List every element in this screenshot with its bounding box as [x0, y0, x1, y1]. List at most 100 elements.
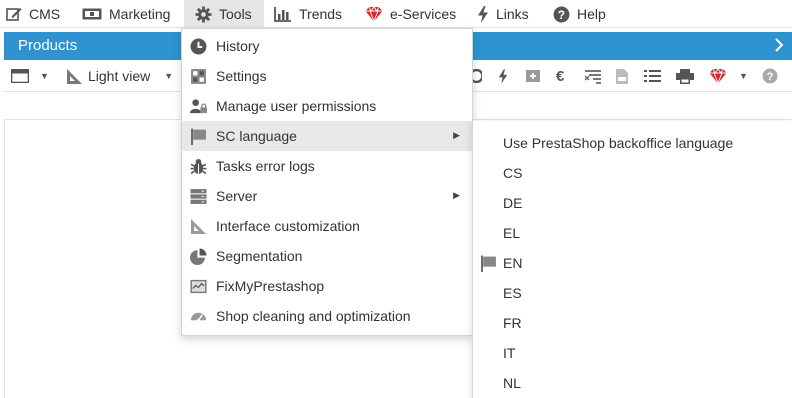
view-select-button[interactable]: Light view ▼: [66, 66, 173, 86]
tools-item-manage-user-permissions[interactable]: Manage user permissions: [182, 91, 472, 121]
language-option-label: ES: [503, 285, 522, 301]
chevron-right-icon[interactable]: [774, 38, 784, 52]
tools-item-label: Server: [216, 188, 258, 204]
top-menu-bar: CMS Marketing Tools Trends e-Services Li…: [0, 0, 792, 28]
menu-trends[interactable]: Trends: [274, 0, 342, 28]
language-option-es[interactable]: ES: [473, 278, 791, 308]
export-list-icon: [584, 70, 601, 84]
tools-item-label: SC language: [216, 128, 297, 144]
quick-action-button[interactable]: [498, 66, 508, 86]
pie-chart-icon: [190, 248, 207, 265]
tools-item-server[interactable]: Server ▶: [182, 181, 472, 211]
csv-button[interactable]: [616, 66, 628, 86]
language-option-label: IT: [503, 345, 516, 361]
tools-item-segmentation[interactable]: Segmentation: [182, 241, 472, 271]
language-option-el[interactable]: EL: [473, 218, 791, 248]
tools-item-fixmyprestashop[interactable]: FixMyPrestashop: [182, 271, 472, 301]
menu-cms-label: CMS: [29, 6, 61, 22]
language-option-backoffice[interactable]: Use PrestaShop backoffice language: [473, 128, 791, 158]
language-option-label: EN: [503, 255, 523, 271]
language-option-cs[interactable]: CS: [473, 158, 791, 188]
tools-item-tasks-error-logs[interactable]: Tasks error logs: [182, 151, 472, 181]
caret-down-icon: ▼: [164, 71, 174, 81]
flag-icon: [191, 128, 206, 145]
add-product-button[interactable]: [526, 66, 540, 86]
settings-grid-icon: [191, 69, 206, 84]
caret-down-icon: ▼: [40, 71, 49, 81]
tools-item-label: Manage user permissions: [216, 98, 377, 114]
language-option-de[interactable]: DE: [473, 188, 791, 218]
menu-trends-label: Trends: [299, 6, 343, 22]
layout-select-button[interactable]: ▼: [11, 66, 49, 86]
ruby-gem-icon: [709, 68, 727, 84]
tools-item-interface-customization[interactable]: Interface customization: [182, 211, 472, 241]
menu-e-services-label: e-Services: [390, 6, 457, 22]
menu-help-label: Help: [577, 6, 606, 22]
menu-links[interactable]: Links: [477, 0, 529, 28]
monitor-chart-icon: [190, 279, 207, 294]
ruler-icon: [67, 68, 82, 84]
submenu-arrow-icon: ▶: [453, 130, 460, 140]
price-button[interactable]: €: [556, 66, 564, 86]
tools-item-label: FixMyPrestashop: [216, 278, 325, 294]
export-button[interactable]: [584, 66, 602, 86]
language-option-label: DE: [503, 195, 523, 211]
question-icon: ?: [553, 6, 570, 22]
server-icon: [190, 189, 207, 204]
menu-marketing-label: Marketing: [109, 6, 171, 22]
tools-item-label: Segmentation: [216, 248, 303, 264]
language-option-en[interactable]: EN: [473, 248, 791, 278]
tools-item-label: Shop cleaning and optimization: [216, 308, 411, 324]
caret-down-icon: ▼: [739, 71, 748, 81]
clock-icon: [190, 38, 207, 55]
menu-marketing[interactable]: Marketing: [82, 0, 170, 28]
print-button[interactable]: [676, 66, 694, 86]
tools-item-label: History: [216, 38, 260, 54]
e-services-button[interactable]: ▼: [709, 66, 748, 86]
menu-tools[interactable]: Tools: [184, 0, 264, 28]
question-icon: ?: [762, 68, 778, 84]
list-button[interactable]: [644, 66, 661, 86]
sc-language-submenu: Use PrestaShop backoffice language CS DE…: [472, 121, 792, 398]
menu-links-label: Links: [496, 6, 529, 22]
menu-e-services[interactable]: e-Services: [365, 0, 456, 28]
tools-item-label: Interface customization: [216, 218, 360, 234]
language-option-label: NL: [503, 375, 521, 391]
ruby-gem-icon: [365, 6, 383, 22]
language-option-it[interactable]: IT: [473, 338, 791, 368]
tools-item-label: Tasks error logs: [216, 158, 315, 174]
edit-icon: [6, 8, 22, 21]
gear-icon: [195, 6, 212, 22]
printer-icon: [676, 68, 694, 84]
user-lock-icon: [190, 99, 207, 114]
bug-icon: [190, 158, 207, 175]
flag-icon: [481, 255, 496, 272]
language-option-label: CS: [503, 165, 523, 181]
language-option-label: FR: [503, 315, 522, 331]
list-icon: [644, 70, 661, 82]
tools-item-settings[interactable]: Settings: [182, 61, 472, 91]
dashboard-gauge-icon: [190, 312, 207, 322]
help-button[interactable]: ?: [762, 66, 778, 86]
bolt-icon: [498, 68, 508, 84]
svg-text:?: ?: [767, 71, 774, 83]
tools-item-history[interactable]: History: [182, 31, 472, 61]
euro-icon: €: [556, 67, 565, 85]
language-option-fr[interactable]: FR: [473, 308, 791, 338]
ruler-icon: [191, 219, 206, 234]
tools-item-shop-cleaning[interactable]: Shop cleaning and optimization: [182, 301, 472, 331]
bar-chart-icon: [274, 6, 291, 22]
submenu-arrow-icon: ▶: [453, 190, 460, 200]
svg-text:?: ?: [558, 8, 565, 21]
panel-title: Products: [18, 37, 78, 54]
view-select-label: Light view: [88, 68, 151, 84]
language-option-label: EL: [503, 225, 521, 241]
menu-help[interactable]: ? Help: [553, 0, 606, 28]
menu-cms[interactable]: CMS: [6, 0, 60, 28]
language-option-nl[interactable]: NL: [473, 368, 791, 398]
bolt-icon: [478, 5, 488, 23]
language-option-label: Use PrestaShop backoffice language: [503, 135, 734, 151]
csv-file-icon: [616, 68, 628, 84]
banknote-icon: [82, 8, 102, 20]
tools-item-sc-language[interactable]: SC language ▶: [182, 121, 472, 151]
